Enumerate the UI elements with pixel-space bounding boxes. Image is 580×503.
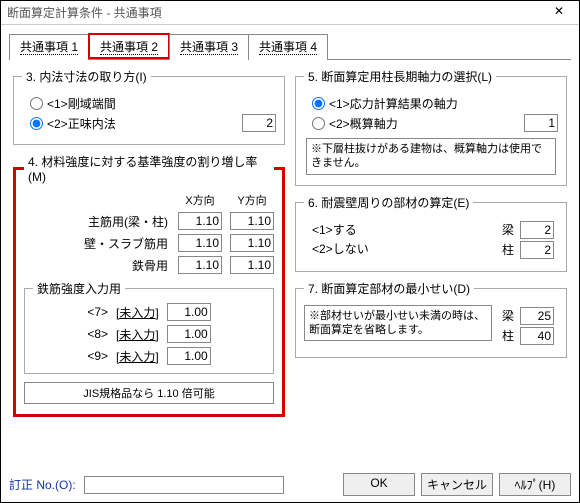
sec6-opt2-row[interactable]: <2>しない bbox=[312, 240, 498, 257]
section-4: 4. 材料強度に対する基準強度の割り増し率(M) X方向 Y方向 主筋用(梁・柱… bbox=[13, 153, 285, 417]
sec5-opt2-row[interactable]: <2>概算軸力 bbox=[312, 114, 558, 132]
sec5-value[interactable] bbox=[524, 114, 558, 132]
sec3-radio-1[interactable] bbox=[30, 97, 43, 110]
right-column: 5. 断面算定用柱長期軸力の選択(L) <1>応力計算結果の軸力 <2>概算軸力… bbox=[295, 68, 567, 417]
section-4-title: 4. 材料強度に対する基準強度の割り増し率(M) bbox=[24, 153, 274, 184]
sec4-s7: <7> bbox=[87, 305, 108, 319]
sec6-col-label: 柱 bbox=[502, 241, 514, 258]
section-3: 3. 内法寸法の取り方(I) <1>剛域端間 <2>正味内法 bbox=[13, 68, 285, 145]
sec7-beam-label: 梁 bbox=[502, 307, 514, 324]
help-button[interactable]: ﾍﾙﾌﾟ(H) bbox=[499, 473, 571, 496]
sec4-sub-title: 鉄筋強度入力用 bbox=[33, 280, 125, 297]
sec4-row2-label: 壁・スラブ筋用 bbox=[24, 235, 170, 252]
sec4-s9: <9> bbox=[87, 349, 108, 363]
sec7-note: ※部材せいが最小せい未満の時は、断面算定を省略します。 bbox=[304, 305, 492, 342]
sec3-opt2-row[interactable]: <2>正味内法 bbox=[30, 114, 276, 132]
tab-4[interactable]: 共通事項 4 bbox=[248, 34, 328, 60]
sec5-opt2-label: <2>概算軸力 bbox=[329, 115, 398, 132]
ok-button[interactable]: OK bbox=[343, 473, 415, 496]
sec5-opt1-label: <1>応力計算結果の軸力 bbox=[329, 95, 458, 112]
sec6-opt2-label: <2>しない bbox=[312, 240, 369, 257]
sec7-beam-value[interactable] bbox=[520, 307, 554, 325]
sec6-beam-label: 梁 bbox=[502, 221, 514, 238]
section-3-title: 3. 内法寸法の取り方(I) bbox=[22, 68, 151, 85]
sec4-s8v[interactable] bbox=[167, 325, 211, 343]
sec3-opt2-label: <2>正味内法 bbox=[47, 115, 116, 132]
sec6-opt1-label: <1>する bbox=[312, 221, 357, 238]
sec6-col-value[interactable] bbox=[520, 241, 554, 259]
left-column: 3. 内法寸法の取り方(I) <1>剛域端間 <2>正味内法 4. 材料強度に対… bbox=[13, 68, 285, 417]
section-6: 6. 耐震壁周りの部材の算定(E) <1>する <2>しない bbox=[295, 194, 567, 272]
window-title: 断面算定計算条件 - 共通事項 bbox=[7, 4, 545, 21]
tab-2[interactable]: 共通事項 2 bbox=[88, 33, 170, 59]
sec3-opt1-label: <1>剛域端間 bbox=[47, 95, 116, 112]
close-icon[interactable]: ✕ bbox=[545, 4, 573, 22]
tab-1[interactable]: 共通事項 1 bbox=[9, 34, 89, 60]
sec4-s9v[interactable] bbox=[167, 347, 211, 365]
footer-label: 訂正 No.(O): bbox=[9, 476, 76, 493]
footer-buttons: OK キャンセル ﾍﾙﾌﾟ(H) bbox=[343, 473, 571, 496]
sec4-r3x[interactable] bbox=[178, 256, 222, 274]
section-6-title: 6. 耐震壁周りの部材の算定(E) bbox=[304, 194, 473, 211]
tab-bar: 共通事項 1 共通事項 2 共通事項 3 共通事項 4 bbox=[9, 33, 571, 60]
sec6-beam-value[interactable] bbox=[520, 221, 554, 239]
sec4-s7l: [未入力] bbox=[116, 304, 159, 321]
sec7-col-label: 柱 bbox=[502, 327, 514, 344]
correction-no-input[interactable] bbox=[84, 476, 284, 494]
sec6-opt1-row[interactable]: <1>する bbox=[312, 221, 498, 238]
tab-3[interactable]: 共通事項 3 bbox=[169, 34, 249, 60]
sec4-yheader: Y方向 bbox=[230, 192, 274, 208]
sec4-grid: X方向 Y方向 主筋用(梁・柱) 壁・スラブ筋用 鉄骨用 bbox=[24, 192, 274, 274]
sec4-subgrid: <7> [未入力] <8> [未入力] <9> [未入力] bbox=[33, 303, 265, 365]
dialog-window: 断面算定計算条件 - 共通事項 ✕ 共通事項 1 共通事項 2 共通事項 3 共… bbox=[0, 0, 580, 503]
sec4-r1y[interactable] bbox=[230, 212, 274, 230]
sec4-s8l: [未入力] bbox=[116, 326, 159, 343]
content-area: 共通事項 1 共通事項 2 共通事項 3 共通事項 4 3. 内法寸法の取り方(… bbox=[1, 25, 579, 425]
sec4-row3-label: 鉄骨用 bbox=[24, 257, 170, 274]
cancel-button[interactable]: キャンセル bbox=[421, 473, 493, 496]
sec3-radio-2[interactable] bbox=[30, 117, 43, 130]
sec4-s7v[interactable] bbox=[167, 303, 211, 321]
sec3-opt1-row[interactable]: <1>剛域端間 bbox=[30, 95, 276, 112]
section-5-title: 5. 断面算定用柱長期軸力の選択(L) bbox=[304, 68, 496, 85]
sec4-xheader: X方向 bbox=[178, 192, 222, 208]
sec5-radio-1[interactable] bbox=[312, 97, 325, 110]
section-5: 5. 断面算定用柱長期軸力の選択(L) <1>応力計算結果の軸力 <2>概算軸力… bbox=[295, 68, 567, 186]
sec5-note: ※下層柱抜けがある建物は、概算軸力は使用できません。 bbox=[306, 138, 556, 175]
sec4-r2x[interactable] bbox=[178, 234, 222, 252]
sec5-opt1-row[interactable]: <1>応力計算結果の軸力 bbox=[312, 95, 558, 112]
footer: 訂正 No.(O): OK キャンセル ﾍﾙﾌﾟ(H) bbox=[9, 473, 571, 496]
sec4-r3y[interactable] bbox=[230, 256, 274, 274]
sec4-s8: <8> bbox=[87, 327, 108, 341]
sec4-row1-label: 主筋用(梁・柱) bbox=[24, 213, 170, 230]
sec4-sub: 鉄筋強度入力用 <7> [未入力] <8> [未入力] <9> [未入力] bbox=[24, 280, 274, 374]
sec4-s9l: [未入力] bbox=[116, 348, 159, 365]
sec4-jis-note: JIS規格品なら 1.10 倍可能 bbox=[24, 382, 274, 404]
titlebar: 断面算定計算条件 - 共通事項 ✕ bbox=[1, 1, 579, 25]
sec7-col-value[interactable] bbox=[520, 327, 554, 345]
sec5-radio-2[interactable] bbox=[312, 117, 325, 130]
sec4-r1x[interactable] bbox=[178, 212, 222, 230]
section-7-title: 7. 断面算定部材の最小せい(D) bbox=[304, 280, 474, 297]
tab-panel: 3. 内法寸法の取り方(I) <1>剛域端間 <2>正味内法 4. 材料強度に対… bbox=[9, 60, 571, 425]
sec3-value[interactable] bbox=[242, 114, 276, 132]
sec4-r2y[interactable] bbox=[230, 234, 274, 252]
section-7: 7. 断面算定部材の最小せい(D) ※部材せいが最小せい未満の時は、断面算定を省… bbox=[295, 280, 567, 358]
